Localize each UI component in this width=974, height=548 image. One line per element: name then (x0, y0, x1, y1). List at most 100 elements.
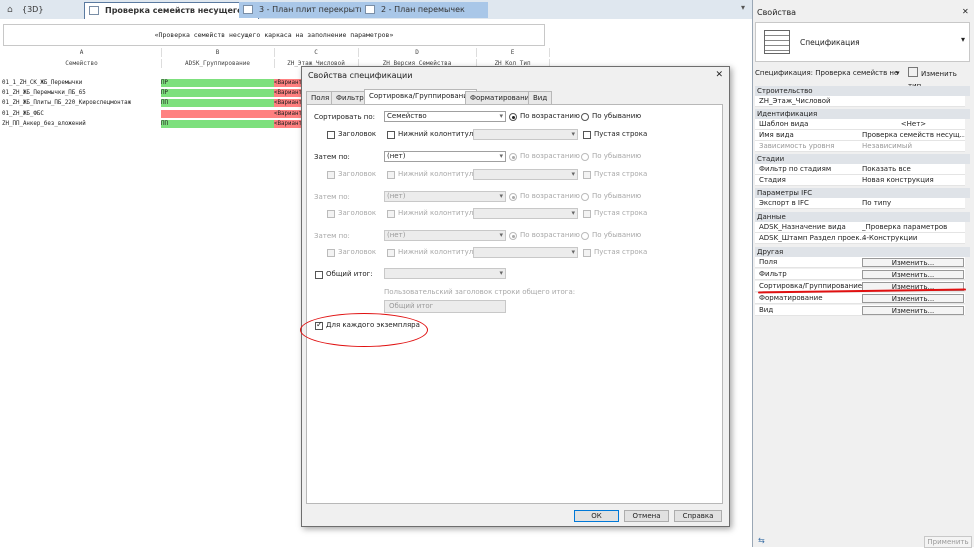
ascending-radio-1[interactable] (509, 113, 517, 121)
blank-line-checkbox-3[interactable] (583, 210, 591, 218)
descending-radio-3[interactable] (581, 193, 589, 201)
footer-checkbox-3[interactable] (387, 210, 395, 218)
descending-radio-4[interactable] (581, 232, 589, 240)
sort-by-value: Семейство (387, 112, 427, 120)
edit-type-button[interactable]: Изменить тип (908, 67, 970, 90)
footer-label: Нижний колонтитул: (398, 130, 476, 138)
table-row-family[interactable]: 01_1_ZH_СК_ЖБ_Перемычки (2, 79, 82, 87)
descending-radio-2[interactable] (581, 153, 589, 161)
header-checkbox-3[interactable] (327, 210, 335, 218)
prop-value: Проверка семейств несущ... (862, 131, 965, 139)
tab-plan-lintels[interactable]: 2 - План перемычек (361, 2, 488, 18)
ascending-radio-2[interactable] (509, 153, 517, 161)
grand-total-select[interactable]: ▾ (384, 268, 506, 279)
group-identity[interactable]: Идентификация (755, 109, 970, 119)
ascending-radio-3[interactable] (509, 193, 517, 201)
group-data[interactable]: Данные (755, 212, 970, 222)
footer-select-2[interactable]: ▾ (473, 169, 578, 180)
group-construction[interactable]: Строительство (755, 86, 970, 96)
ok-button[interactable]: ОК (574, 510, 619, 522)
tab-menu-icon[interactable]: ▾ (741, 3, 745, 12)
group-ifc[interactable]: Параметры IFC (755, 188, 970, 198)
header-checkbox-2[interactable] (327, 171, 335, 179)
tab-appearance[interactable]: Вид (528, 91, 553, 104)
footer-checkbox-4[interactable] (387, 249, 395, 257)
chevron-down-icon: ▾ (499, 112, 503, 120)
table-cell-group[interactable]: ПР (161, 79, 274, 87)
header-checkbox-4[interactable] (327, 249, 335, 257)
then-by-select-4[interactable]: (нет) ▾ (384, 230, 506, 241)
column-header[interactable]: Семейство (2, 59, 162, 68)
grand-total-checkbox[interactable] (315, 271, 323, 279)
tab-3d[interactable]: ⌂ {3D} (2, 2, 82, 18)
edit-fields-button[interactable]: Изменить... (862, 258, 964, 267)
prop-stamp-section[interactable]: ADSK_Штамп Раздел проек... 4-Конструкции (755, 233, 965, 244)
prop-phase[interactable]: Стадия Новая конструкция (755, 175, 965, 186)
tab-sorting[interactable]: Сортировка/Группирование (364, 89, 478, 104)
view-selector[interactable]: Спецификация: Проверка семейств не (755, 68, 907, 79)
ascending-radio-4[interactable] (509, 232, 517, 240)
blank-line-checkbox-1[interactable] (583, 131, 591, 139)
properties-title: Свойства (757, 8, 797, 17)
footer-checkbox-2[interactable] (387, 171, 395, 179)
chevron-down-icon: ▾ (499, 269, 503, 277)
descending-radio-1[interactable] (581, 113, 589, 121)
table-row-family[interactable]: 01_ZH_ЖБ_Плиты_ПБ_220_Кировспецмонтаж (2, 99, 131, 107)
schedule-properties-dialog: Свойства спецификации ✕ Поля Фильтр Сорт… (300, 66, 730, 527)
prop-ifc-export[interactable]: Экспорт в IFC По типу (755, 198, 965, 209)
prop-view-template[interactable]: Шаблон вида <Нет> (755, 119, 965, 130)
table-cell-group[interactable]: ПП (161, 99, 274, 107)
prop-key: ADSK_Назначение вида (759, 223, 846, 231)
then-by-select-3[interactable]: (нет) ▾ (384, 191, 506, 202)
chevron-down-icon: ▾ (960, 35, 965, 44)
edit-formatting-button[interactable]: Изменить... (862, 294, 964, 303)
footer-checkbox-1[interactable] (387, 131, 395, 139)
prop-view-name[interactable]: Имя вида Проверка семейств несущ... (755, 130, 965, 141)
table-cell-floor[interactable]: <Варианты> (274, 110, 302, 118)
edit-filter-button[interactable]: Изменить... (862, 270, 964, 279)
footer-select-3[interactable]: ▾ (473, 208, 578, 219)
then-by-select-2[interactable]: (нет) ▾ (384, 151, 506, 162)
column-header[interactable]: ADSK_Группирование (161, 59, 275, 68)
prop-phase-filter[interactable]: Фильтр по стадиям Показать все (755, 164, 965, 175)
view-tab-bar: ⌂ {3D} Проверка семейств несущего к... ✕… (0, 0, 752, 31)
table-cell-floor[interactable]: <Варианты> (274, 79, 302, 87)
chevron-down-icon[interactable]: ▾ (896, 69, 900, 77)
prop-level-dependency: Зависимость уровня Независимый (755, 141, 965, 152)
table-cell-floor[interactable]: <Варианты> (274, 120, 302, 128)
ascending-label: По возрастанию (520, 152, 580, 160)
close-icon[interactable]: ✕ (962, 7, 969, 16)
blank-line-checkbox-2[interactable] (583, 171, 591, 179)
custom-total-input[interactable]: Общий итог (384, 300, 506, 313)
edit-appearance-button[interactable]: Изменить... (862, 306, 964, 315)
help-button[interactable]: Справка (674, 510, 722, 522)
table-row-family[interactable]: 01_ZH_ЖБ_Перемычки_ПБ_65 (2, 89, 86, 97)
properties-help-icon[interactable]: ⇆ (758, 536, 765, 545)
group-other[interactable]: Другая (755, 247, 970, 257)
table-cell-floor[interactable]: <Варианты> (274, 89, 302, 97)
footer-select-4[interactable]: ▾ (473, 247, 578, 258)
tab-schedule[interactable]: Проверка семейств несущего к... ✕ (84, 2, 259, 31)
table-row-family[interactable]: 01_ZH_ЖБ_ФБС (2, 110, 44, 118)
blank-line-checkbox-4[interactable] (583, 249, 591, 257)
group-phasing[interactable]: Стадии (755, 154, 970, 164)
apply-button[interactable]: Применить (924, 536, 972, 548)
tab-plan-slabs[interactable]: 3 - План плит перекрытия (239, 2, 379, 18)
close-icon[interactable]: ✕ (715, 70, 723, 80)
group-label: Идентификация (757, 110, 818, 118)
table-row-family[interactable]: ZH_ПП_Анкер_без_вложений (2, 120, 86, 128)
table-cell-group[interactable] (161, 110, 274, 118)
prop-floor-number[interactable]: ZH_Этаж_Числовой (755, 96, 965, 107)
descending-label: По убыванию (592, 192, 642, 200)
table-cell-floor[interactable]: <Варианты> (274, 99, 302, 107)
cancel-button[interactable]: Отмена (624, 510, 669, 522)
header-checkbox-1[interactable] (327, 131, 335, 139)
prop-view-purpose[interactable]: ADSK_Назначение вида _Проверка параметров (755, 222, 965, 233)
tab-fields[interactable]: Поля (306, 91, 335, 104)
type-selector[interactable]: Спецификация ▾ (755, 22, 970, 62)
table-cell-group[interactable]: ПР (161, 89, 274, 97)
chevron-down-icon: ▾ (571, 209, 575, 217)
footer-select-1[interactable]: ▾ (473, 129, 578, 140)
sort-by-select[interactable]: Семейство ▾ (384, 111, 506, 122)
table-cell-group[interactable]: ПП (161, 120, 274, 128)
